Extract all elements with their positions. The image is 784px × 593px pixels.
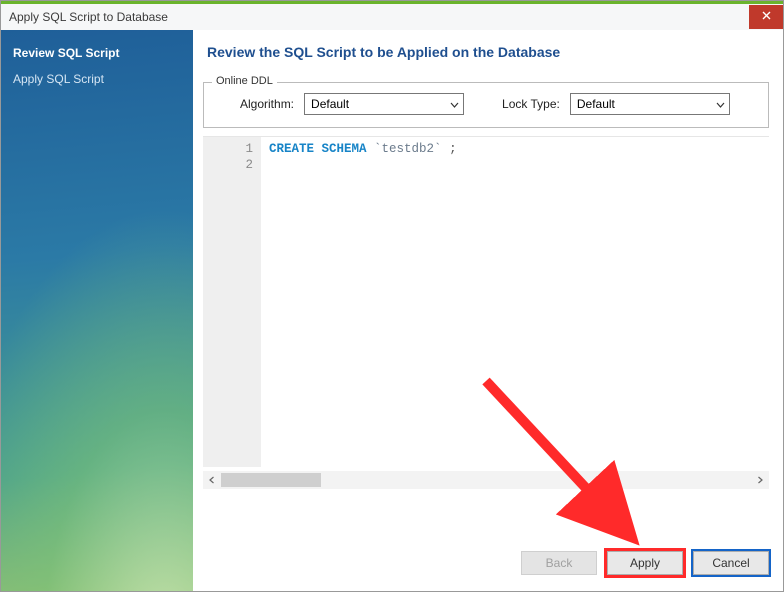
- sql-keyword: CREATE SCHEMA: [269, 142, 367, 156]
- scroll-track[interactable]: [221, 471, 751, 489]
- page-heading: Review the SQL Script to be Applied on t…: [193, 30, 783, 82]
- scroll-thumb[interactable]: [221, 473, 321, 487]
- apply-button[interactable]: Apply: [607, 551, 683, 575]
- scroll-left-icon[interactable]: [203, 471, 221, 489]
- cancel-button[interactable]: Cancel: [693, 551, 769, 575]
- wizard-sidebar: Review SQL Script Apply SQL Script: [1, 30, 193, 591]
- sql-identifier: `testdb2`: [374, 142, 442, 156]
- back-button[interactable]: Back: [521, 551, 597, 575]
- online-ddl-group: Online DDL Algorithm: Lock Type:: [203, 82, 769, 128]
- horizontal-scrollbar[interactable]: [203, 471, 769, 489]
- window-title: Apply SQL Script to Database: [9, 10, 168, 24]
- algorithm-label: Algorithm:: [240, 97, 294, 111]
- dialog-window: Apply SQL Script to Database Review SQL …: [0, 0, 784, 592]
- locktype-label: Lock Type:: [502, 97, 560, 111]
- group-legend: Online DDL: [212, 75, 277, 87]
- wizard-step-apply[interactable]: Apply SQL Script: [1, 66, 193, 92]
- group-row: Algorithm: Lock Type:: [214, 93, 758, 115]
- title-bar: Apply SQL Script to Database: [1, 4, 783, 30]
- sql-terminator: ;: [449, 142, 457, 156]
- locktype-select-wrap: [570, 93, 730, 115]
- algorithm-select-wrap: [304, 93, 464, 115]
- dialog-body: Review SQL Script Apply SQL Script Revie…: [1, 30, 783, 591]
- wizard-step-label: Apply SQL Script: [13, 72, 104, 86]
- scroll-right-icon[interactable]: [751, 471, 769, 489]
- line-number: 2: [203, 157, 253, 173]
- main-panel: Review the SQL Script to be Applied on t…: [193, 30, 783, 591]
- close-button[interactable]: [749, 5, 783, 29]
- code-area[interactable]: CREATE SCHEMA `testdb2` ;: [261, 137, 769, 467]
- wizard-step-review[interactable]: Review SQL Script: [1, 40, 193, 66]
- locktype-select[interactable]: [570, 93, 730, 115]
- dialog-footer: Back Apply Cancel: [193, 537, 783, 591]
- wizard-step-label: Review SQL Script: [13, 46, 119, 60]
- line-number: 1: [203, 141, 253, 157]
- line-gutter: 1 2: [203, 137, 261, 467]
- sql-editor[interactable]: 1 2 CREATE SCHEMA `testdb2` ;: [203, 136, 769, 467]
- close-icon: [762, 11, 771, 23]
- algorithm-select[interactable]: [304, 93, 464, 115]
